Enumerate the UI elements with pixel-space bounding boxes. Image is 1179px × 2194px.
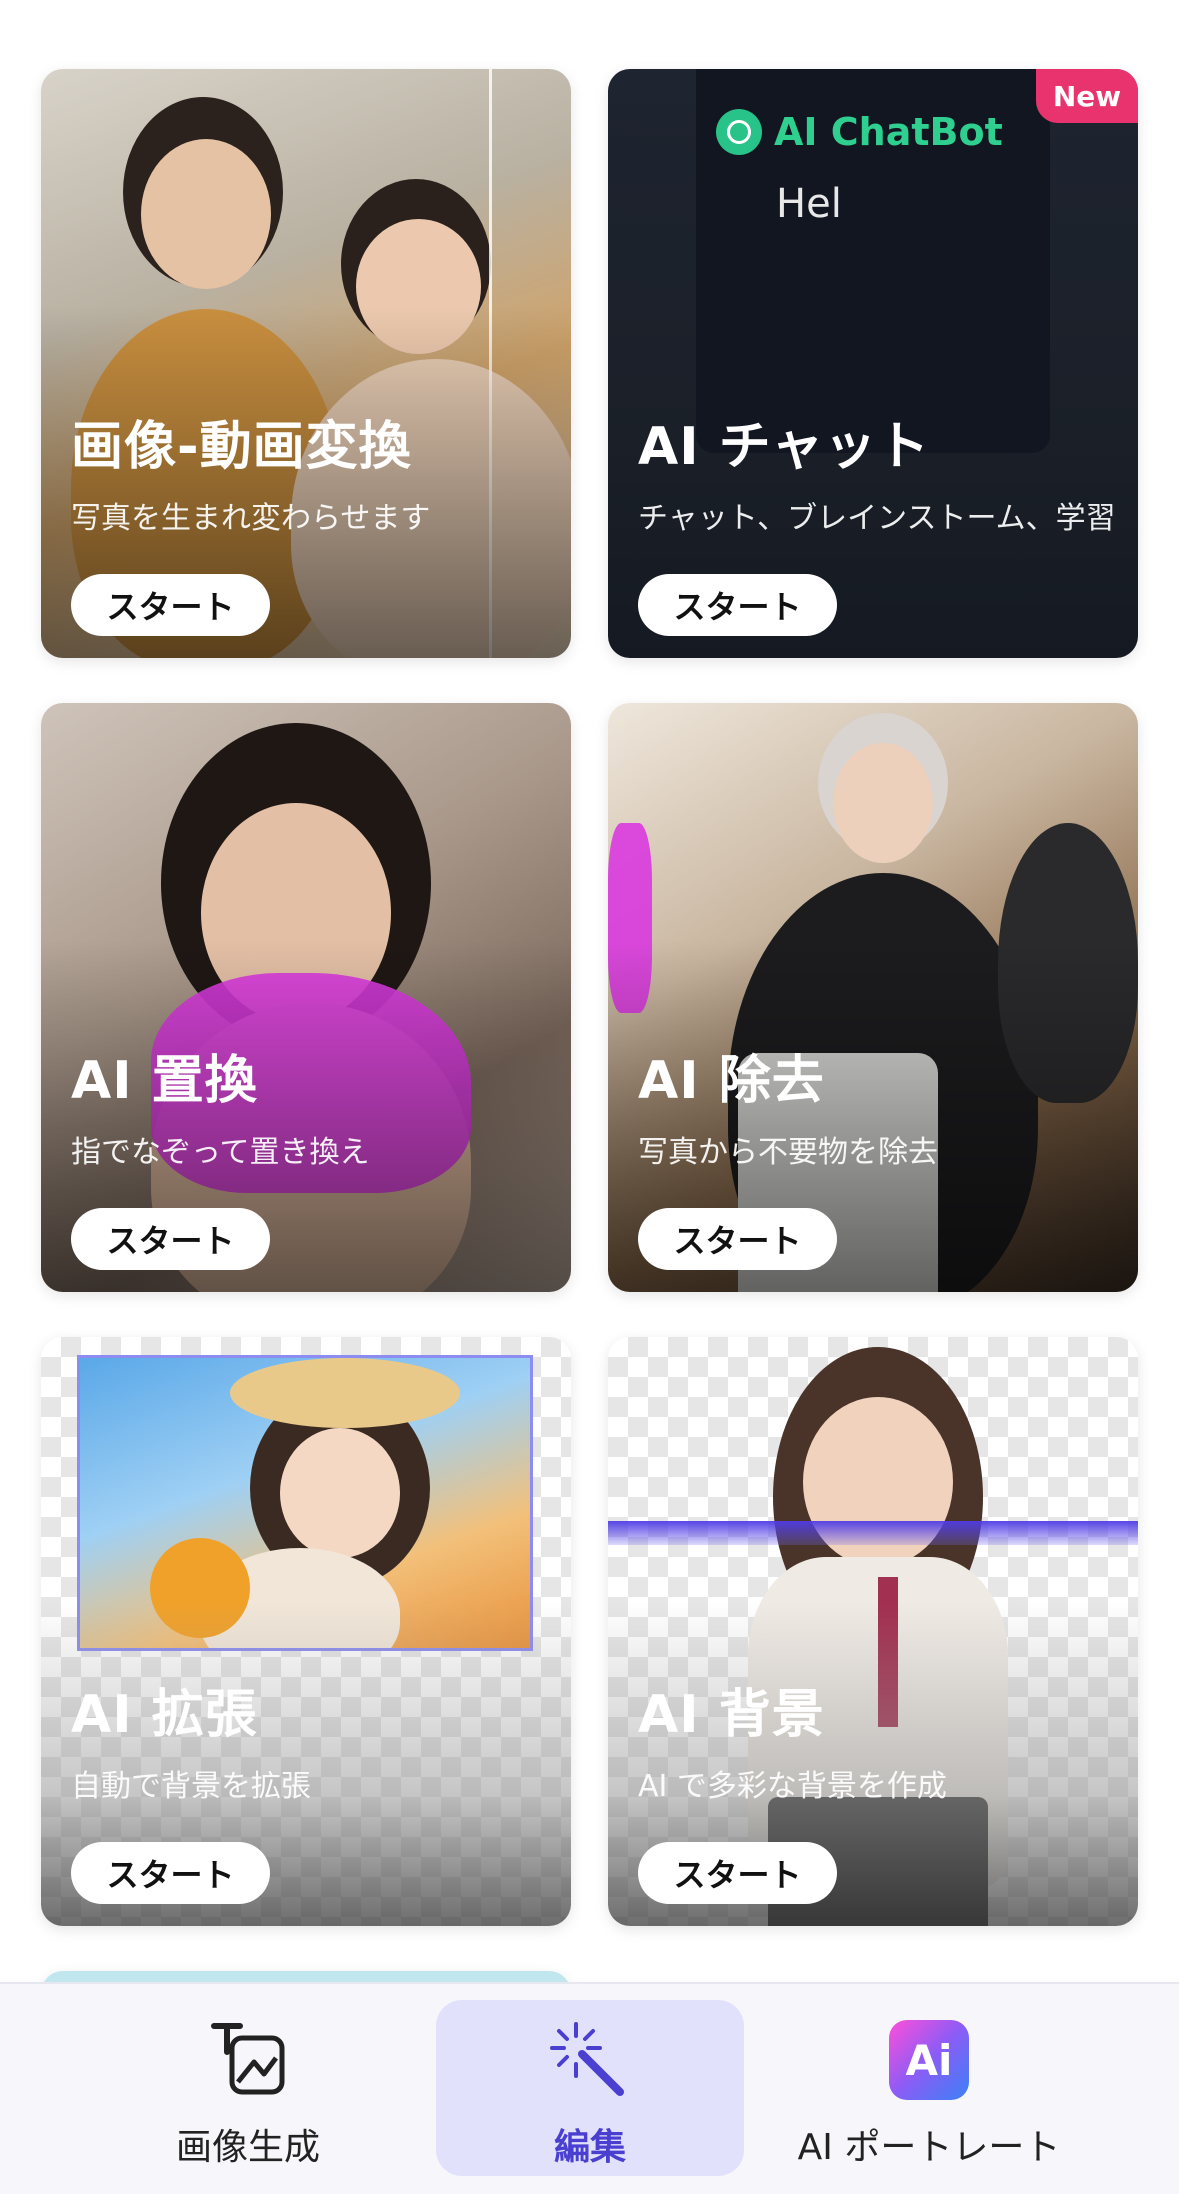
start-button[interactable]: スタート [638, 574, 837, 636]
nav-item-ai-portrait[interactable]: Ai AI ポートレート [775, 2000, 1083, 2176]
start-button[interactable]: スタート [638, 1842, 837, 1904]
card-subtitle: 自動で背景を拡張 [71, 1769, 311, 1804]
nav-item-image-generate[interactable]: 画像生成 [94, 2000, 402, 2176]
feature-card-ai-remove[interactable]: AI 除去 写真から不要物を除去 スタート [608, 703, 1138, 1292]
nav-label: AI ポートレート [797, 2127, 1061, 2168]
card-title: AI チャット [638, 417, 931, 477]
card-title: 画像-動画変換 [71, 417, 412, 477]
ai-tile: Ai [889, 2020, 969, 2100]
chatbot-name: AI ChatBot [774, 110, 1003, 154]
chatbot-logo-icon [716, 109, 762, 155]
card-subtitle: 指でなぞって置き換え [71, 1135, 370, 1170]
scan-line [608, 1521, 1138, 1545]
card-image-chat-preview: AI ChatBot Hel [608, 69, 1138, 658]
feature-card-ai-chat[interactable]: AI ChatBot Hel New AI チャット チャット、ブレインストーム… [608, 69, 1138, 658]
ai-portrait-icon: Ai [887, 2018, 971, 2102]
start-button[interactable]: スタート [71, 1842, 270, 1904]
card-subtitle: AI で多彩な背景を作成 [638, 1769, 947, 1804]
card-title: AI 置換 [71, 1051, 258, 1111]
feature-card-ai-background[interactable]: AI 背景 AI で多彩な背景を作成 スタート [608, 1337, 1138, 1926]
image-generate-icon [206, 2018, 290, 2102]
edit-screen: 画像-動画変換 写真を生まれ変わらせます スタート AI ChatBot Hel… [0, 0, 1179, 2194]
nav-label: 画像生成 [175, 2127, 320, 2168]
card-subtitle: 写真から不要物を除去 [638, 1135, 938, 1170]
card-title: AI 除去 [638, 1051, 825, 1111]
start-button[interactable]: スタート [638, 1208, 837, 1270]
nav-label: 編集 [553, 2127, 626, 2168]
bottom-nav: 画像生成 編集 Ai AI ポートレート [0, 1982, 1179, 2194]
card-title: AI 背景 [638, 1685, 825, 1745]
chat-preview-text: Hel [776, 181, 842, 227]
magic-wand-icon [548, 2018, 632, 2102]
new-badge: New [1036, 69, 1138, 123]
card-title: AI 拡張 [71, 1685, 258, 1745]
feature-card-ai-replace[interactable]: AI 置換 指でなぞって置き換え スタート [41, 703, 571, 1292]
feature-card-image-to-video[interactable]: 画像-動画変換 写真を生まれ変わらせます スタート [41, 69, 571, 658]
start-button[interactable]: スタート [71, 574, 270, 636]
nav-item-edit[interactable]: 編集 [436, 2000, 744, 2176]
card-subtitle: 写真を生まれ変わらせます [71, 501, 431, 536]
card-subtitle: チャット、ブレインストーム、学習 [638, 501, 1116, 536]
chatbot-brand: AI ChatBot [716, 109, 1003, 155]
start-button[interactable]: スタート [71, 1208, 270, 1270]
feature-card-ai-expand[interactable]: AI 拡張 自動で背景を拡張 スタート [41, 1337, 571, 1926]
